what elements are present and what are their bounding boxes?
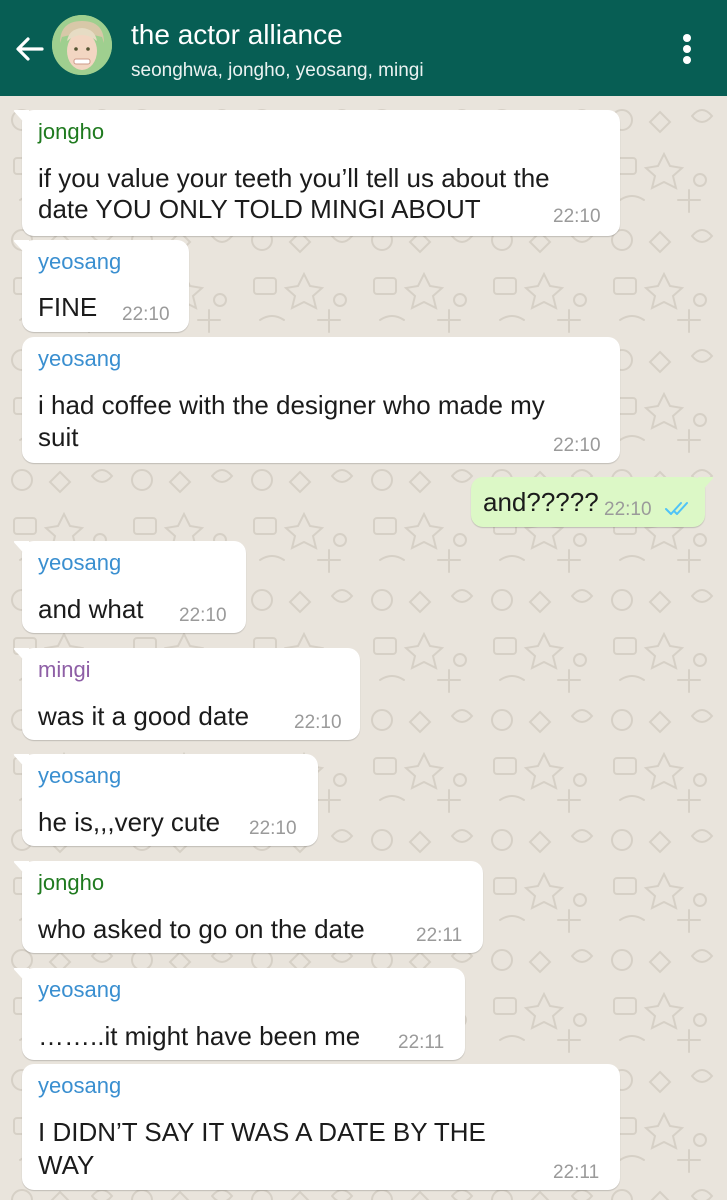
menu-dot (683, 34, 691, 42)
bubble-tail (13, 240, 29, 258)
message-time: 22:10 (604, 499, 652, 520)
chat-title[interactable]: the actor alliance (131, 18, 343, 52)
message-time: 22:10 (553, 206, 601, 227)
message-sender: yeosang (38, 763, 122, 788)
message-sender: yeosang (38, 346, 122, 371)
message-sender: mingi (38, 657, 91, 682)
message-sender: yeosang (38, 550, 122, 575)
message-bubble[interactable]: yeosang i had coffee with the designer w… (22, 337, 620, 463)
message-time: 22:10 (179, 605, 227, 626)
bubble-tail (13, 968, 29, 986)
message-sender: jongho (38, 870, 105, 895)
message-time: 22:11 (553, 1162, 600, 1183)
chat-header: the actor alliance seonghwa, jongho, yeo… (0, 0, 727, 96)
read-ticks-icon (665, 502, 688, 515)
message-text: WAY (38, 1150, 95, 1180)
bubble-tail (13, 541, 29, 559)
message-text: and????? (483, 487, 599, 517)
message-bubble[interactable]: yeosang and what 22:10 (13, 541, 246, 633)
message-bubble[interactable]: mingi was it a good date 22:10 (13, 648, 360, 740)
message-text: i had coffee with the designer who made … (38, 390, 545, 420)
message-sender: yeosang (38, 249, 122, 274)
message-bubble[interactable]: yeosang ……..it might have been me 22:11 (13, 968, 465, 1060)
message-text: and what (38, 594, 144, 624)
bubble-tail (13, 754, 29, 772)
message-text: date YOU ONLY TOLD MINGI ABOUT (38, 194, 481, 224)
message-text: I DIDN’T SAY IT WAS A DATE BY THE (38, 1117, 486, 1147)
message-text: if you value your teeth you’ll tell us a… (38, 163, 550, 193)
bubble-tail (13, 861, 29, 879)
bubble-tail (13, 110, 29, 128)
message-time: 22:11 (416, 925, 463, 946)
message-time: 22:10 (294, 712, 342, 733)
message-bubble[interactable]: yeosang I DIDN’T SAY IT WAS A DATE BY TH… (22, 1064, 620, 1190)
message-time: 22:10 (122, 304, 170, 325)
message-text: FINE (38, 292, 98, 322)
message-time: 22:10 (249, 818, 297, 839)
message-bubble[interactable]: jongho who asked to go on the date 22:11 (13, 861, 483, 953)
chat-members[interactable]: seonghwa, jongho, yeosang, mingi (131, 59, 424, 83)
message-sender: yeosang (38, 1073, 122, 1098)
menu-dot (683, 56, 691, 64)
message-text: was it a good date (38, 701, 250, 731)
group-avatar[interactable] (52, 15, 112, 75)
message-time: 22:10 (553, 435, 601, 456)
menu-dot (683, 45, 691, 53)
message-text: he is,,,very cute (38, 807, 221, 837)
overflow-menu-icon[interactable] (672, 26, 702, 70)
message-sender: yeosang (38, 977, 122, 1002)
message-time: 22:11 (398, 1032, 445, 1053)
message-bubble[interactable]: yeosang he is,,,very cute 22:10 (13, 754, 318, 846)
message-bubble[interactable]: jongho if you value your teeth you’ll te… (13, 110, 620, 236)
back-arrow-icon[interactable] (12, 32, 46, 66)
bubble-tail (13, 648, 29, 666)
avatar-photo-icon (52, 15, 112, 75)
message-bubble[interactable]: yeosang FINE 22:10 (13, 240, 189, 332)
bubble-tail (698, 477, 714, 495)
message-sender: jongho (38, 119, 105, 144)
message-text: suit (38, 422, 79, 452)
message-text: ……..it might have been me (38, 1021, 361, 1051)
message-bubble-outgoing[interactable]: and????? 22:10 (471, 477, 714, 527)
message-text: who asked to go on the date (38, 914, 365, 944)
